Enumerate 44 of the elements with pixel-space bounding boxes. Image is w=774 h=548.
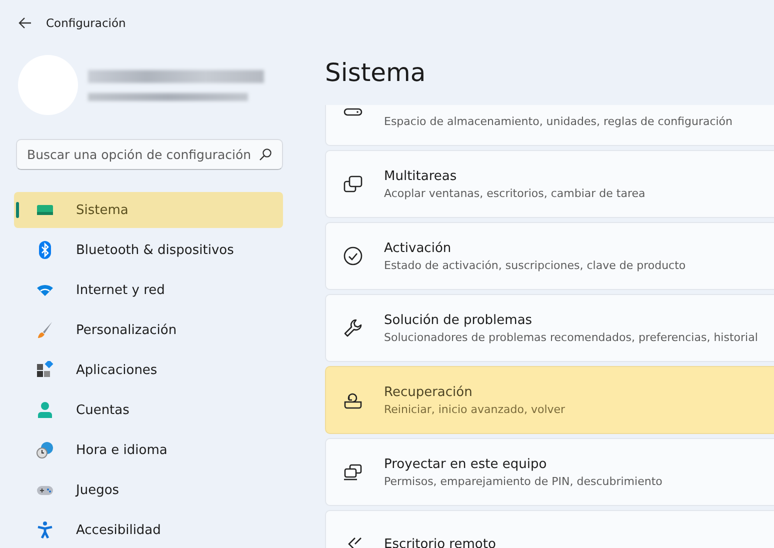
access-icon (36, 521, 54, 539)
card-title: Solución de problemas (384, 312, 534, 328)
check-icon (343, 246, 363, 266)
card-description: Estado de activación, suscripciones, clave de producto (384, 258, 686, 272)
project-icon (343, 462, 363, 482)
card-description: Reiniciar, inicio avanzado, volver (384, 402, 566, 416)
settings-card[interactable]: Proyectar en este equipo Permisos, emparejamiento de PIN, descubrimiento (325, 438, 774, 506)
sidebar-item[interactable]: Juegos (14, 472, 283, 508)
sidebar-item[interactable]: Accesibilidad (14, 512, 283, 548)
card-description: Acoplar ventanas, escritorios, cambiar de tarea (384, 186, 646, 200)
card-description: Solucionadores de problemas recomendados, preferencias, historial (384, 330, 758, 344)
settings-card[interactable]: Escritorio remoto (325, 510, 774, 548)
sidebar-item[interactable]: Internet y red (14, 272, 283, 308)
clock-icon (36, 441, 54, 459)
settings-card[interactable]: Espacio de almacenamiento, unidades, reglas de configuración (325, 105, 774, 146)
wrench-icon (343, 318, 363, 338)
card-description: Permisos, emparejamiento de PIN, descubrimiento (384, 474, 662, 488)
search-field[interactable]: Buscar una opción de configuración (16, 139, 283, 170)
sidebar-item[interactable]: Cuentas (14, 392, 283, 428)
settings-card[interactable]: Recuperación Reiniciar, inicio avanzado, volver (325, 366, 774, 434)
sidebar-item[interactable]: Bluetooth & dispositivos (14, 232, 283, 268)
apps-icon (36, 361, 54, 379)
bluetooth-icon (36, 241, 54, 259)
person-icon (36, 401, 54, 419)
card-title: Recuperación (384, 384, 474, 400)
sidebar-item[interactable]: Personalización (14, 312, 283, 348)
brush-icon (36, 321, 54, 339)
sidebar-item[interactable]: Hora e idioma (14, 432, 283, 468)
sidebar-item[interactable]: Aplicaciones (14, 352, 283, 388)
card-title: Multitareas (384, 168, 458, 184)
sidebar-item[interactable]: Sistema (14, 192, 283, 228)
window-title: Configuración (46, 16, 126, 30)
settings-card[interactable]: Solución de problemas Solucionadores de problemas recomendados, preferencias, historial (325, 294, 774, 362)
page-title: Sistema (325, 57, 427, 89)
card-title: Activación (384, 240, 452, 256)
search-icon[interactable] (259, 148, 272, 162)
multitask-icon (343, 174, 363, 194)
card-description: Espacio de almacenamiento, unidades, reglas de configuración (384, 114, 733, 128)
card-title: Escritorio remoto (384, 536, 496, 548)
settings-card[interactable]: Multitareas Acoplar ventanas, escritorios, cambiar de tarea (325, 150, 774, 218)
back-arrow-icon[interactable] (18, 16, 32, 30)
selection-indicator (16, 202, 19, 218)
card-title: Proyectar en este equipo (384, 456, 548, 472)
settings-card[interactable]: Activación Estado de activación, suscripciones, clave de producto (325, 222, 774, 290)
